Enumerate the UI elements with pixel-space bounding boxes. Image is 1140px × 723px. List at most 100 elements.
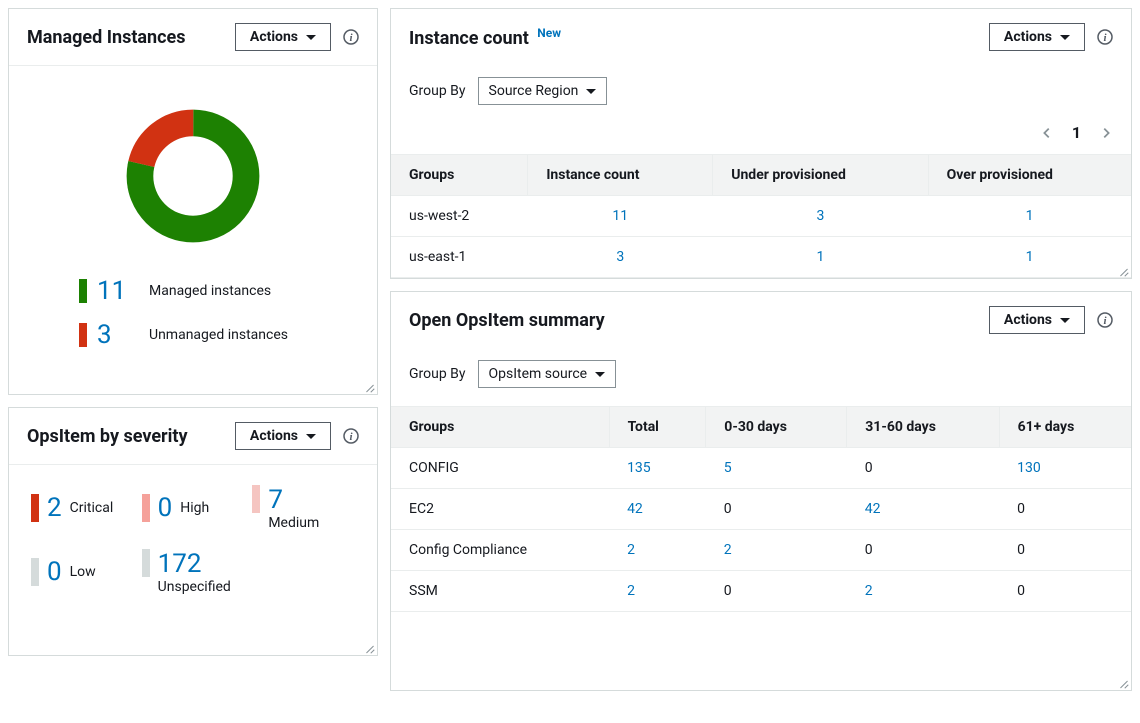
pager: 1	[391, 123, 1131, 154]
severity-unspecified: 172 Unspecified	[142, 549, 355, 595]
info-icon[interactable]: i	[343, 29, 359, 45]
groupby-value: Source Region	[489, 83, 579, 99]
severity-body: 2 Critical 0 High 7 Medium	[9, 465, 377, 655]
opsitem-summary-table: Groups Total 0-30 days 31-60 days 61+ da…	[391, 406, 1131, 612]
opsitem-severity-panel: OpsItem by severity Actions i 2 Critical	[8, 407, 378, 656]
actions-label: Actions	[250, 29, 298, 45]
cell-under[interactable]: 1	[816, 249, 824, 265]
actions-button[interactable]: Actions	[989, 306, 1085, 334]
actions-button[interactable]: Actions	[235, 422, 331, 450]
svg-text:i: i	[349, 431, 353, 443]
caret-down-icon	[1060, 35, 1070, 40]
cell-total[interactable]: 2	[627, 583, 635, 599]
cell-over[interactable]: 1	[1026, 249, 1034, 265]
actions-label: Actions	[1004, 29, 1052, 45]
page-number: 1	[1072, 123, 1081, 142]
actions-label: Actions	[1004, 312, 1052, 328]
groupby-row: Group By Source Region	[391, 65, 1131, 123]
legend-swatch-unmanaged	[79, 323, 87, 347]
table-row: SSM 2 0 2 0	[391, 571, 1131, 612]
chevron-right-icon[interactable]	[1099, 126, 1113, 140]
chevron-left-icon[interactable]	[1040, 126, 1054, 140]
cell-group: us-west-2	[391, 196, 528, 237]
col-instance-count: Instance count	[528, 155, 713, 196]
cell-d1[interactable]: 2	[865, 583, 873, 599]
severity-bar-icon	[142, 549, 150, 577]
caret-down-icon	[306, 434, 316, 439]
donut-chart	[123, 106, 263, 246]
caret-down-icon	[306, 35, 316, 40]
groupby-select[interactable]: OpsItem source	[478, 360, 617, 388]
opsitem-summary-panel: Open OpsItem summary Actions i Group By …	[390, 291, 1132, 691]
severity-label: Medium	[268, 515, 319, 531]
panel-header: Open OpsItem summary Actions i	[391, 292, 1131, 348]
header-actions: Actions i	[989, 23, 1113, 51]
table-row: us-east-1 3 1 1	[391, 237, 1131, 278]
severity-value[interactable]: 7	[268, 485, 319, 515]
col-0-30: 0-30 days	[706, 407, 847, 448]
unmanaged-count[interactable]: 3	[97, 320, 139, 350]
resize-handle[interactable]	[1119, 266, 1129, 276]
cell-d0[interactable]: 2	[724, 542, 732, 558]
managed-label: Managed instances	[149, 283, 271, 299]
col-total: Total	[609, 407, 706, 448]
cell-group: SSM	[391, 571, 609, 612]
managed-count[interactable]: 11	[97, 276, 139, 306]
panel-title: OpsItem by severity	[27, 426, 188, 447]
cell-group: us-east-1	[391, 237, 528, 278]
groupby-select[interactable]: Source Region	[478, 77, 608, 105]
caret-down-icon	[586, 89, 596, 94]
severity-medium: 7 Medium	[252, 485, 355, 531]
actions-button[interactable]: Actions	[989, 23, 1085, 51]
header-actions: Actions i	[989, 306, 1113, 334]
cell-d2: 0	[999, 489, 1131, 530]
panel-title: Instance count New	[409, 26, 561, 49]
resize-handle[interactable]	[1119, 678, 1129, 688]
info-icon[interactable]: i	[1097, 29, 1113, 45]
info-icon[interactable]: i	[1097, 312, 1113, 328]
cell-total[interactable]: 42	[627, 501, 643, 517]
cell-d0: 0	[706, 489, 847, 530]
cell-count[interactable]: 3	[616, 249, 624, 265]
severity-critical: 2 Critical	[31, 485, 134, 531]
instance-count-panel: Instance count New Actions i Group By So…	[390, 8, 1132, 279]
groupby-value: OpsItem source	[489, 366, 588, 382]
severity-bar-icon	[31, 494, 39, 522]
col-61plus: 61+ days	[999, 407, 1131, 448]
cell-d0[interactable]: 5	[724, 460, 732, 476]
col-over-provisioned: Over provisioned	[928, 155, 1131, 196]
cell-d2[interactable]: 130	[1017, 460, 1041, 476]
header-actions: Actions i	[235, 422, 359, 450]
cell-over[interactable]: 1	[1026, 208, 1034, 224]
groupby-row: Group By OpsItem source	[391, 348, 1131, 406]
col-groups: Groups	[391, 407, 609, 448]
resize-handle[interactable]	[365, 382, 375, 392]
severity-value[interactable]: 2	[47, 493, 62, 523]
groupby-label: Group By	[409, 83, 466, 99]
actions-button[interactable]: Actions	[235, 23, 331, 51]
header-actions: Actions i	[235, 23, 359, 51]
severity-value[interactable]: 172	[158, 549, 231, 579]
cell-d1[interactable]: 42	[865, 501, 881, 517]
severity-value[interactable]: 0	[158, 493, 173, 523]
col-31-60: 31-60 days	[847, 407, 999, 448]
panel-header: OpsItem by severity Actions i	[9, 408, 377, 465]
cell-under[interactable]: 3	[816, 208, 824, 224]
cell-total[interactable]: 135	[627, 460, 651, 476]
managed-instances-body: 11 Managed instances 3 Unmanaged instanc…	[9, 66, 377, 394]
severity-value[interactable]: 0	[47, 557, 62, 587]
new-badge: New	[537, 26, 561, 40]
cell-group: CONFIG	[391, 448, 609, 489]
severity-bar-icon	[142, 494, 150, 522]
resize-handle[interactable]	[365, 643, 375, 653]
cell-d2: 0	[999, 571, 1131, 612]
groupby-label: Group By	[409, 366, 466, 382]
cell-d0: 0	[706, 571, 847, 612]
cell-total[interactable]: 2	[627, 542, 635, 558]
severity-label: Low	[70, 564, 96, 580]
info-icon[interactable]: i	[343, 428, 359, 444]
panel-title: Open OpsItem summary	[409, 310, 605, 331]
cell-count[interactable]: 11	[612, 208, 628, 224]
cell-d2: 0	[999, 530, 1131, 571]
table-row: us-west-2 11 3 1	[391, 196, 1131, 237]
